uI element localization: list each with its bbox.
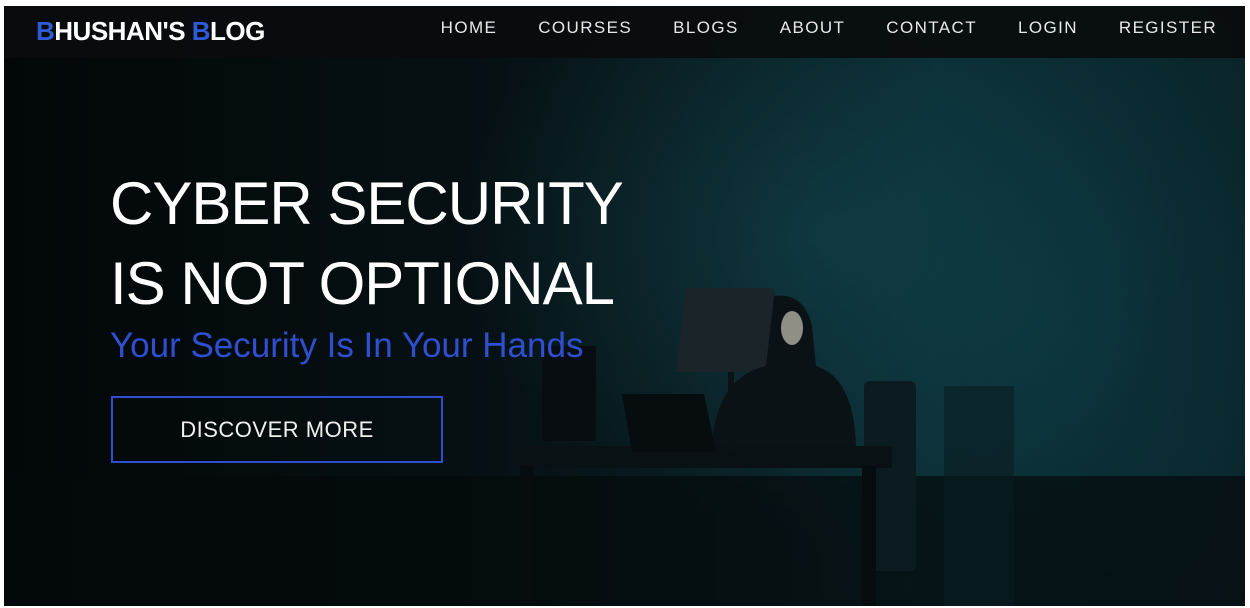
nav-item-courses[interactable]: COURSES (538, 18, 632, 38)
site-logo[interactable]: BHUSHAN'S BLOG (36, 16, 265, 47)
logo-text: HUSHAN'S (54, 16, 192, 46)
hero-banner: BHUSHAN'S BLOG HOME COURSES BLOGS ABOUT … (4, 6, 1245, 606)
hero-subtitle: Your Security Is In Your Hands (110, 326, 584, 365)
hero-title-line-1: CYBER SECURITY (110, 170, 624, 237)
nav-item-register[interactable]: REGISTER (1119, 18, 1217, 38)
nav-item-contact[interactable]: CONTACT (886, 18, 977, 38)
nav-item-about[interactable]: ABOUT (780, 18, 846, 38)
discover-more-button[interactable]: DISCOVER MORE (111, 396, 443, 463)
logo-letter-b: B (36, 16, 55, 46)
nav-item-home[interactable]: HOME (441, 18, 498, 38)
nav-menu: HOME COURSES BLOGS ABOUT CONTACT LOGIN R… (441, 18, 1217, 38)
hero-title-line-2: IS NOT OPTIONAL (110, 250, 615, 317)
logo-text-suffix: LOG (210, 16, 265, 46)
hero-text-block: CYBER SECURITY IS NOT OPTIONAL Your Secu… (110, 164, 624, 366)
logo-letter-b-second: B (191, 16, 211, 46)
top-navigation-bar: BHUSHAN'S BLOG HOME COURSES BLOGS ABOUT … (4, 6, 1245, 58)
nav-item-login[interactable]: LOGIN (1018, 18, 1078, 38)
nav-item-blogs[interactable]: BLOGS (673, 18, 739, 38)
